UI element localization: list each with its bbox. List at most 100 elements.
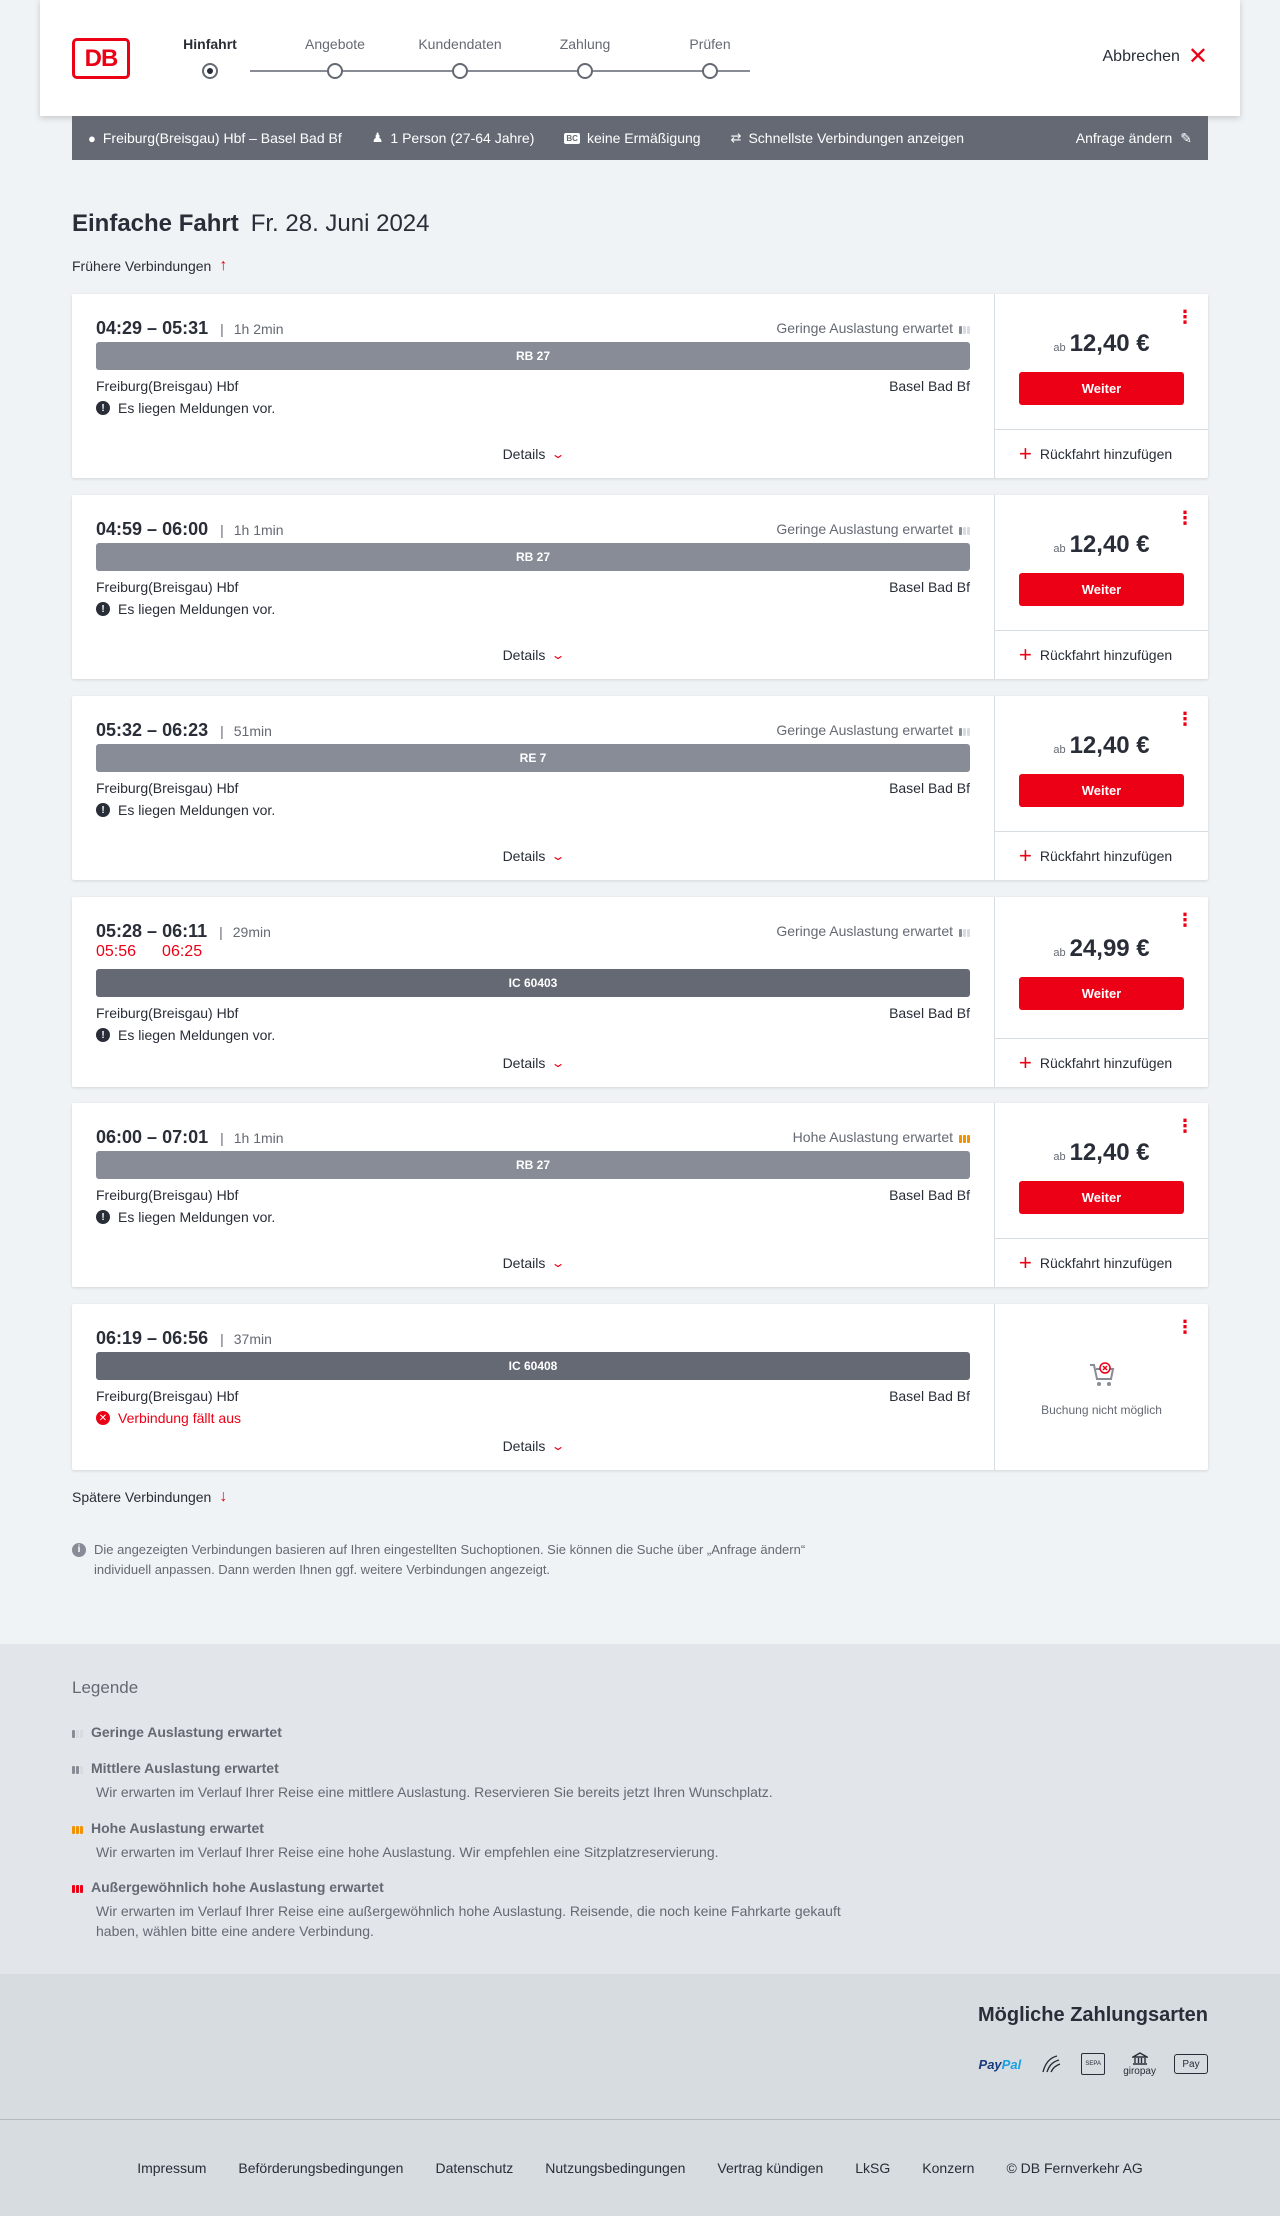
continue-button[interactable]: Weiter bbox=[1019, 977, 1184, 1010]
sepa-text: SEPA bbox=[1085, 2061, 1101, 2067]
legend-item-title: Geringe Auslastung erwartet bbox=[91, 1724, 282, 1740]
occupancy-info: Hohe Auslastung erwartet bbox=[793, 1129, 970, 1145]
connection-card[interactable]: 04:59 – 06:00 | 1h 1min Geringe Auslastun… bbox=[72, 495, 1208, 679]
details-label: Details bbox=[502, 848, 546, 864]
trip-type: Einfache Fahrt bbox=[72, 210, 239, 237]
more-options-icon[interactable]: ⋮ bbox=[1176, 1318, 1194, 1336]
discount-text: keine Ermäßigung bbox=[586, 130, 701, 146]
offer-panel: ⋮ ab 12,40 € Weiter + Rückfahrt hinzufüge… bbox=[994, 495, 1208, 679]
details-label: Details bbox=[502, 647, 546, 663]
more-options-icon[interactable]: ⋮ bbox=[1176, 509, 1194, 527]
notice-text: Es liegen Meldungen vor. bbox=[118, 601, 276, 617]
footer-link-lksg[interactable]: LkSG bbox=[855, 2160, 890, 2176]
train-bar[interactable]: RB 27 bbox=[96, 342, 970, 370]
legend-item-extreme: Außergewöhnlich hohe Auslastung erwartet… bbox=[72, 1879, 852, 1941]
connection-card-cancelled[interactable]: 06:19 – 06:56 | 37min IC 60408 Freiburg(B… bbox=[72, 1304, 1208, 1470]
details-toggle[interactable]: Details ⌄ bbox=[72, 1055, 994, 1071]
price-prefix: ab bbox=[1053, 947, 1066, 959]
more-options-icon[interactable]: ⋮ bbox=[1176, 308, 1194, 326]
more-options-icon[interactable]: ⋮ bbox=[1176, 1117, 1194, 1135]
details-toggle[interactable]: Details ⌄ bbox=[72, 1438, 994, 1454]
details-toggle[interactable]: Details ⌄ bbox=[72, 446, 994, 462]
add-return-button[interactable]: + Rückfahrt hinzufügen bbox=[995, 630, 1208, 679]
train-bar[interactable]: IC 60403 bbox=[96, 969, 970, 997]
departure-time: 05:28 bbox=[96, 921, 143, 941]
add-return-label: Rückfahrt hinzufügen bbox=[1039, 848, 1173, 864]
connection-times: 04:29 – 05:31 | 1h 2min bbox=[96, 318, 284, 338]
occupancy-low-icon bbox=[959, 523, 970, 535]
cancel-label: Abbrechen bbox=[1102, 48, 1180, 65]
credit-card-icon bbox=[1039, 2050, 1063, 2078]
chevron-down-icon: ⌄ bbox=[550, 1439, 566, 1453]
cancellation-notice: ✕ Verbindung fällt aus bbox=[96, 1410, 241, 1426]
train-bar[interactable]: IC 60408 bbox=[96, 1352, 970, 1380]
footer-link-impressum[interactable]: Impressum bbox=[137, 2160, 206, 2176]
occupancy-info: Geringe Auslastung erwartet bbox=[776, 521, 970, 537]
price-prefix: ab bbox=[1053, 543, 1066, 555]
price-value: 12,40 € bbox=[1069, 1139, 1150, 1166]
step-pruefen: Prüfen bbox=[689, 36, 731, 52]
add-return-button[interactable]: + Rückfahrt hinzufügen bbox=[995, 831, 1208, 880]
notice-text: Es liegen Meldungen vor. bbox=[118, 802, 276, 818]
db-logo[interactable]: DB bbox=[72, 38, 130, 79]
details-toggle[interactable]: Details ⌄ bbox=[72, 1255, 994, 1271]
notice-text: Es liegen Meldungen vor. bbox=[118, 1209, 276, 1225]
page-title: Einfache Fahrt Fr. 28. Juni 2024 bbox=[72, 210, 429, 238]
cancel-circle-icon: ✕ bbox=[96, 1411, 110, 1425]
giropay-text: giropay bbox=[1123, 2065, 1156, 2077]
continue-button[interactable]: Weiter bbox=[1019, 573, 1184, 606]
occupancy-medium-icon bbox=[72, 1762, 83, 1774]
more-options-icon[interactable]: ⋮ bbox=[1176, 710, 1194, 728]
earlier-connections-label: Frühere Verbindungen bbox=[72, 258, 212, 274]
add-return-button[interactable]: + Rückfahrt hinzufügen bbox=[995, 1238, 1208, 1287]
change-request-button[interactable]: Anfrage ändern ✎ bbox=[1076, 130, 1192, 147]
footer-link-befoerderungsbedingungen[interactable]: Beförderungsbedingungen bbox=[238, 2160, 403, 2176]
train-bar[interactable]: RE 7 bbox=[96, 744, 970, 772]
train-bar[interactable]: RB 27 bbox=[96, 543, 970, 571]
duration: 1h 1min bbox=[233, 1130, 284, 1146]
footer-link-nutzungsbedingungen[interactable]: Nutzungsbedingungen bbox=[545, 2160, 685, 2176]
earlier-connections-link[interactable]: Frühere Verbindungen ↑ bbox=[72, 257, 227, 275]
passenger-summary[interactable]: ♟ 1 Person (27-64 Jahre) bbox=[372, 130, 535, 146]
footer-link-datenschutz[interactable]: Datenschutz bbox=[435, 2160, 513, 2176]
progress-line bbox=[250, 70, 750, 72]
cancel-button[interactable]: Abbrechen ✕ bbox=[1102, 45, 1209, 69]
fastest-connections-toggle[interactable]: ⇄ Schnellste Verbindungen anzeigen bbox=[731, 130, 965, 146]
giropay-icon: giropay bbox=[1123, 2050, 1156, 2078]
legend-title: Legende bbox=[72, 1678, 139, 1697]
more-options-icon[interactable]: ⋮ bbox=[1176, 911, 1194, 929]
continue-button[interactable]: Weiter bbox=[1019, 774, 1184, 807]
connection-info: 04:59 – 06:00 | 1h 1min Geringe Auslastun… bbox=[72, 495, 994, 679]
origin-station: Freiburg(Breisgau) Hbf bbox=[96, 579, 239, 595]
connection-card[interactable]: 04:29 – 05:31 | 1h 2min Geringe Auslastun… bbox=[72, 294, 1208, 478]
chevron-down-icon: ⌄ bbox=[550, 1056, 566, 1070]
discount-summary[interactable]: BC keine Ermäßigung bbox=[564, 130, 701, 146]
continue-button[interactable]: Weiter bbox=[1019, 1181, 1184, 1214]
connection-card[interactable]: 06:00 – 07:01 | 1h 1min Hohe Auslastung e… bbox=[72, 1103, 1208, 1287]
occupancy-low-icon bbox=[959, 925, 970, 937]
train-bar[interactable]: RB 27 bbox=[96, 1151, 970, 1179]
connection-info: 05:28 – 06:11 | 29min 05:56 06:25 Geringe … bbox=[72, 897, 994, 1087]
occupancy-info: Geringe Auslastung erwartet bbox=[776, 320, 970, 336]
connection-card[interactable]: 05:28 – 06:11 | 29min 05:56 06:25 Geringe … bbox=[72, 897, 1208, 1087]
footer-link-konzern[interactable]: Konzern bbox=[922, 2160, 974, 2176]
alert-icon: ! bbox=[96, 1028, 110, 1042]
details-toggle[interactable]: Details ⌄ bbox=[72, 647, 994, 663]
destination-station: Basel Bad Bf bbox=[889, 1388, 970, 1404]
continue-button[interactable]: Weiter bbox=[1019, 372, 1184, 405]
alert-icon: ! bbox=[96, 1210, 110, 1224]
route-summary[interactable]: ● Freiburg(Breisgau) Hbf – Basel Bad Bf bbox=[88, 130, 342, 146]
paypal-icon: PayPal bbox=[979, 2050, 1022, 2078]
origin-station: Freiburg(Breisgau) Hbf bbox=[96, 780, 239, 796]
origin-station: Freiburg(Breisgau) Hbf bbox=[96, 1005, 239, 1021]
details-toggle[interactable]: Details ⌄ bbox=[72, 848, 994, 864]
legend-item-title: Mittlere Auslastung erwartet bbox=[91, 1760, 279, 1776]
later-connections-link[interactable]: Spätere Verbindungen ↓ bbox=[72, 1488, 227, 1506]
payment-methods-section: Mögliche Zahlungsarten PayPal SEPA girop… bbox=[0, 1974, 1280, 2119]
add-return-button[interactable]: + Rückfahrt hinzufügen bbox=[995, 429, 1208, 478]
add-return-button[interactable]: + Rückfahrt hinzufügen bbox=[995, 1038, 1208, 1087]
connection-card[interactable]: 05:32 – 06:23 | 51min Geringe Auslastung … bbox=[72, 696, 1208, 880]
step-dot-pruefen bbox=[702, 63, 718, 79]
footer-link-vertrag-kuendigen[interactable]: Vertrag kündigen bbox=[717, 2160, 823, 2176]
destination-station: Basel Bad Bf bbox=[889, 1187, 970, 1203]
